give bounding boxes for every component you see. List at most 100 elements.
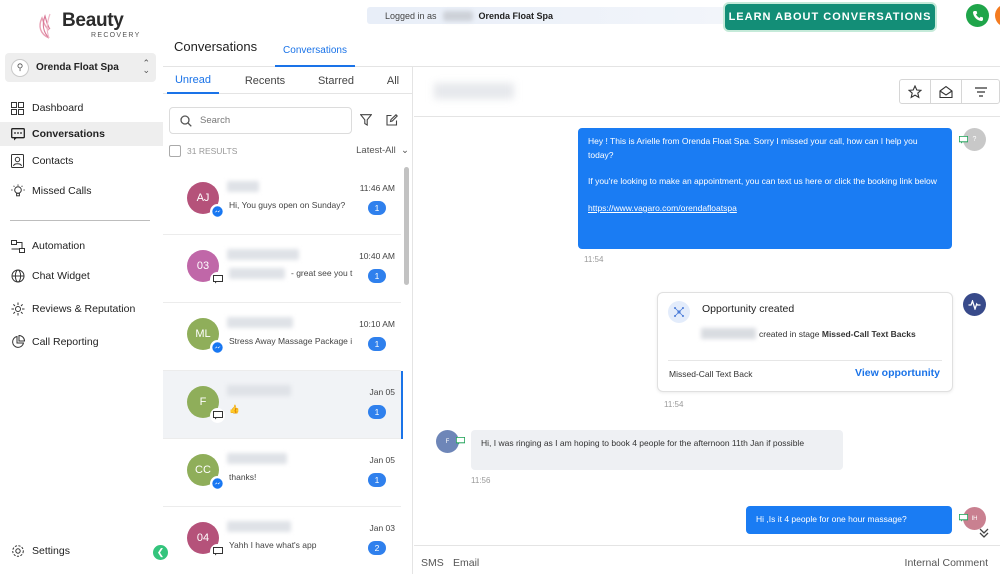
gear-icon (10, 544, 25, 559)
message-preview: 👍 (229, 404, 240, 414)
search-icon (180, 114, 192, 127)
chat-icon (10, 127, 25, 142)
booking-link[interactable]: https://www.vagaro.com/orendafloatspa (588, 203, 737, 213)
envelope-open-icon (939, 85, 953, 98)
chevron-updown-icon: ⌃ ⌄ (142, 58, 150, 75)
sidebar-divider (10, 220, 150, 221)
opportunity-desc-text: created in stage (759, 329, 820, 339)
conversation-time: Jan 05 (369, 455, 395, 465)
globe-icon (10, 269, 25, 284)
conversation-item[interactable]: 03 - great see you t 10:40 AM 1 (163, 235, 401, 303)
tab-all[interactable]: All (378, 67, 408, 94)
sms-icon (456, 437, 465, 445)
sidebar-item-label: Chat Widget (32, 270, 90, 282)
tab-email[interactable]: Email (453, 557, 479, 569)
contact-name-redacted (227, 521, 291, 532)
contact-name-redacted (227, 249, 299, 260)
sidebar-item-reviews[interactable]: Reviews & Reputation (0, 297, 163, 321)
mark-read-button[interactable] (931, 80, 962, 103)
sms-icon (211, 409, 224, 422)
star-icon (908, 84, 922, 99)
list-scrollbar[interactable] (404, 167, 409, 285)
view-opportunity-link[interactable]: View opportunity (855, 367, 940, 379)
list-tabs: Unread Recents Starred All (163, 67, 413, 94)
lightbulb-icon (10, 184, 25, 199)
results-count: 31 RESULTS (187, 146, 238, 156)
user-avatar[interactable] (995, 4, 1000, 27)
sms-icon (959, 136, 968, 144)
chevron-down-icon: ⌄ (398, 145, 409, 156)
sidebar-item-settings[interactable]: Settings (0, 539, 163, 563)
opportunity-description: created in stage Missed-Call Text Backs (702, 328, 922, 342)
inbound-message: Hi, I was ringing as I am hoping to book… (471, 430, 843, 470)
brand-logo[interactable]: Beauty RECOVERY (36, 10, 139, 44)
sidebar-item-dashboard[interactable]: Dashboard (0, 96, 163, 120)
search-placeholder: Search (200, 115, 231, 126)
location-icon: ⚲ (11, 58, 29, 77)
tab-conversations[interactable]: Conversations (275, 35, 355, 67)
page-title: Conversations (174, 39, 258, 54)
tab-unread[interactable]: Unread (167, 67, 219, 94)
message-preview: - great see you t (291, 268, 353, 278)
search-input[interactable]: Search (169, 107, 352, 134)
sidebar-item-label: Call Reporting (32, 336, 99, 348)
brand-subtitle: RECOVERY (91, 32, 141, 39)
filter-icon[interactable] (359, 114, 373, 129)
sidebar-item-label: Conversations (32, 128, 105, 140)
sidebar-item-label: Automation (32, 240, 86, 252)
sort-dropdown[interactable]: Latest-All ⌄ (356, 145, 409, 156)
opportunity-card: Opportunity created created in stage Mis… (657, 292, 953, 392)
opportunity-stage: Missed-Call Text Back (669, 369, 753, 379)
conversation-item[interactable]: AJ Hi, You guys open on Sunday? 11:46 AM… (163, 167, 401, 235)
filter-lines-icon (974, 86, 987, 97)
sidebar-item-call-reporting[interactable]: Call Reporting (0, 330, 163, 354)
message-preview: Yahh I have what's app (229, 540, 317, 550)
message-preview: Hi, You guys open on Sunday? (229, 200, 346, 210)
activity-icon (963, 293, 986, 316)
tab-sms[interactable]: SMS (421, 557, 444, 569)
sidebar-item-automation[interactable]: Automation (0, 234, 163, 258)
logged-in-banner: Logged in as Orenda Float Spa (367, 7, 725, 24)
dashboard-icon (10, 101, 25, 116)
sidebar-item-contacts[interactable]: Contacts (0, 149, 163, 173)
tab-recents[interactable]: Recents (235, 67, 295, 94)
unread-count-badge: 1 (368, 405, 386, 419)
tab-starred[interactable]: Starred (308, 67, 364, 94)
redacted-user (442, 10, 473, 21)
star-button[interactable] (900, 80, 931, 103)
sidebar-item-missed-calls[interactable]: Missed Calls (0, 179, 163, 203)
scroll-to-bottom-icon[interactable] (978, 527, 990, 542)
chat-contact-redacted (434, 83, 514, 99)
chat-header (414, 67, 1000, 117)
sms-icon (959, 514, 968, 522)
learn-about-conversations-button[interactable]: LEARN ABOUT CONVERSATIONS (723, 2, 937, 32)
sms-icon (211, 273, 224, 286)
tab-internal-comment[interactable]: Internal Comment (905, 557, 988, 569)
conversation-item[interactable]: ML Stress Away Massage Package i 10:10 A… (163, 303, 401, 371)
conversation-time: 10:10 AM (359, 319, 395, 329)
sidebar-item-label: Missed Calls (32, 185, 92, 197)
phone-icon (972, 10, 983, 21)
sidebar-item-chat-widget[interactable]: Chat Widget (0, 264, 163, 288)
unread-count-badge: 2 (368, 541, 386, 555)
unread-count-badge: 1 (368, 269, 386, 283)
filter-messages-button[interactable] (962, 80, 999, 103)
account-switcher[interactable]: ⚲ Orenda Float Spa ⌃ ⌄ (5, 53, 156, 82)
conversation-time: 11:46 AM (359, 183, 395, 193)
opportunity-divider (668, 360, 942, 361)
conversation-item[interactable]: CC thanks! Jan 05 1 (163, 439, 401, 507)
compose-icon[interactable] (386, 114, 398, 129)
contact-card-icon (10, 154, 25, 169)
phone-call-button[interactable] (966, 4, 989, 27)
logged-in-account: Orenda Float Spa (478, 10, 554, 21)
chat-header-actions (899, 79, 1000, 104)
conversation-item[interactable]: 04 Yahh I have what's app Jan 03 2 (163, 507, 401, 574)
opportunity-title: Opportunity created (702, 303, 795, 315)
conversation-item-selected[interactable]: F 👍 Jan 05 1 (163, 371, 403, 439)
top-bar: Logged in as Orenda Float Spa LEARN ABOU… (163, 0, 1000, 67)
sidebar-item-conversations[interactable]: Conversations (0, 122, 163, 146)
conversation-list-pane: Unread Recents Starred All Search 31 RES… (163, 67, 413, 574)
chat-pane: Hey ! This is Arielle from Orenda Float … (414, 67, 1000, 574)
select-all-checkbox[interactable] (169, 145, 181, 157)
